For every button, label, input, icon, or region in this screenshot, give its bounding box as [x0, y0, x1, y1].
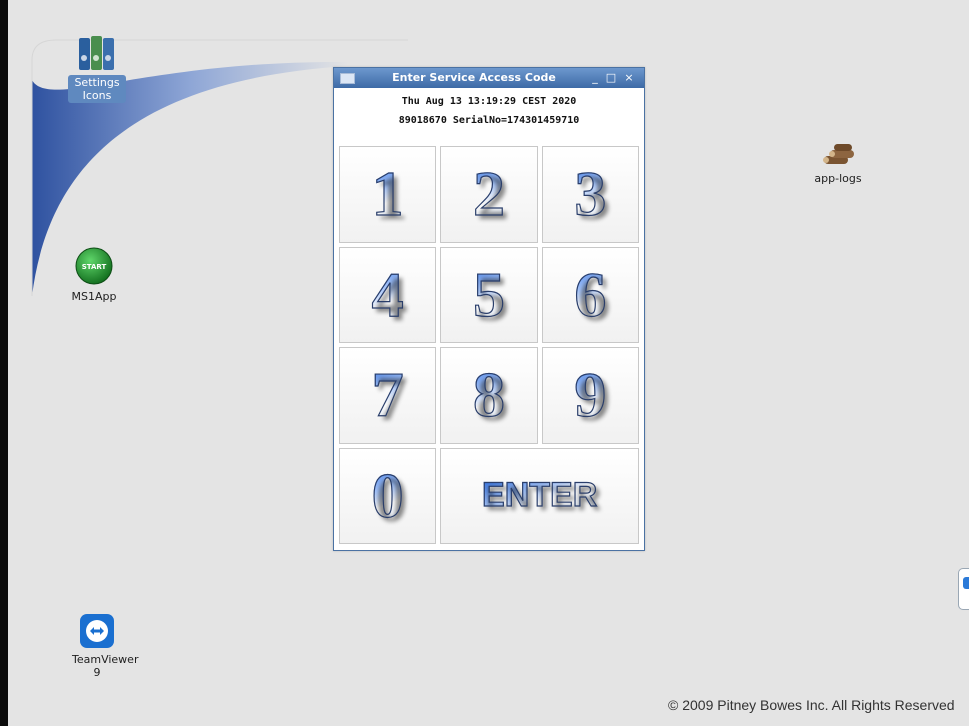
settings-binders-icon: [79, 36, 114, 70]
teamviewer-icon: [80, 614, 114, 648]
copyright-text: © 2009 Pitney Bowes Inc. All Rights Rese…: [668, 697, 955, 713]
enter-button[interactable]: ENTER: [440, 447, 639, 544]
key-3[interactable]: 3: [541, 146, 639, 243]
screen: Settings Icons START MS1App TeamViewer 9…: [0, 0, 969, 726]
desktop-icon-label: MS1App: [71, 290, 117, 303]
enter-label: ENTER: [481, 476, 598, 515]
key-label: 4: [371, 258, 404, 330]
serial-number-text: 89018670 SerialNo=174301459710: [398, 115, 580, 126]
start-button-icon: START: [75, 247, 113, 285]
dialog-title: Enter Service Access Code: [392, 71, 556, 84]
minimize-button[interactable]: _: [588, 70, 602, 85]
desktop-icon-ms1app[interactable]: START MS1App: [64, 246, 124, 303]
key-1[interactable]: 1: [339, 146, 437, 243]
dialog-titlebar[interactable]: Enter Service Access Code _ □ ×: [334, 68, 644, 88]
maximize-button[interactable]: □: [604, 70, 618, 85]
desktop-icon-teamviewer[interactable]: TeamViewer 9: [60, 612, 139, 679]
service-access-dialog: Enter Service Access Code _ □ × Thu Aug …: [333, 67, 645, 551]
start-badge-text: START: [82, 263, 107, 271]
key-2[interactable]: 2: [440, 146, 538, 243]
key-5[interactable]: 5: [440, 246, 538, 343]
key-label: 7: [371, 359, 404, 431]
desktop-icon-label: Settings Icons: [68, 75, 126, 103]
key-9[interactable]: 9: [541, 347, 639, 444]
key-label: 8: [472, 359, 505, 431]
keypad: 1 2 3 4 5 6 7 8 9 0 ENTER: [339, 146, 639, 544]
key-label: 1: [371, 158, 404, 230]
key-7[interactable]: 7: [339, 347, 437, 444]
key-label: 2: [472, 158, 505, 230]
key-4[interactable]: 4: [339, 246, 437, 343]
key-0[interactable]: 0: [339, 447, 437, 544]
screen-edge: [0, 0, 8, 726]
key-8[interactable]: 8: [440, 347, 538, 444]
key-label: 6: [574, 258, 607, 330]
teamviewer-side-tab[interactable]: [958, 568, 969, 610]
desktop-icon-label: app-logs: [814, 172, 862, 185]
key-label: 9: [574, 359, 607, 431]
key-label: 0: [371, 459, 404, 531]
key-6[interactable]: 6: [541, 246, 639, 343]
logs-icon: [823, 144, 854, 164]
desktop-icon-settings[interactable]: Settings Icons: [68, 34, 126, 103]
desktop-icon-label: TeamViewer 9: [72, 653, 139, 679]
key-label: 3: [574, 158, 607, 230]
dialog-info: Thu Aug 13 13:19:29 CEST 2020 89018670 S…: [334, 92, 644, 130]
datetime-text: Thu Aug 13 13:19:29 CEST 2020: [401, 96, 577, 107]
key-label: 5: [472, 258, 505, 330]
close-button[interactable]: ×: [622, 70, 636, 85]
desktop-icon-app-logs[interactable]: app-logs: [804, 142, 872, 185]
